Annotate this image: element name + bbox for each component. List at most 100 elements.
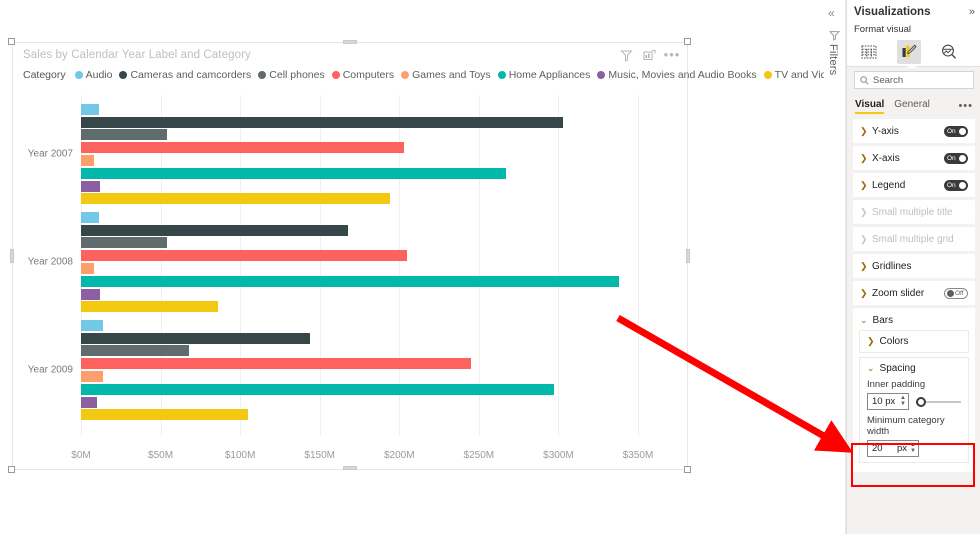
chart-bar[interactable] <box>81 211 99 223</box>
legend-item[interactable]: Audio <box>74 69 112 81</box>
filters-pane-label: Filters <box>827 44 839 76</box>
clustered-bar-chart-visual[interactable]: Sales by Calendar Year Label and Categor… <box>12 42 838 471</box>
chart-bar[interactable] <box>81 319 104 331</box>
minimum-category-width-stepper[interactable]: 20 px ▲ ▼ <box>867 440 919 457</box>
legend-item[interactable]: Cameras and camcorders <box>119 69 251 81</box>
chart-bar[interactable] <box>81 358 471 370</box>
chart-bar[interactable] <box>81 103 99 115</box>
chart-bar[interactable] <box>81 332 311 344</box>
legend-color-swatch <box>331 71 340 79</box>
toggle-knob <box>947 289 954 297</box>
bars-group-header[interactable]: ⌄ Bars <box>853 312 975 330</box>
legend-item-label: Music, Movies and Audio Books <box>608 69 757 81</box>
format-search-input[interactable]: Search <box>854 71 974 89</box>
chart-bar[interactable] <box>81 167 506 179</box>
format-tabs: Visual General ••• <box>847 95 980 117</box>
selected-tab-caret <box>907 63 917 68</box>
resize-handle-left[interactable] <box>10 249 14 263</box>
filters-pane-collapsed[interactable]: « Filters <box>824 0 846 534</box>
chart-bar[interactable] <box>81 345 190 357</box>
format-card-gridlines[interactable]: ❯ Gridlines <box>853 254 975 278</box>
analytics-icon[interactable] <box>937 40 961 64</box>
chevron-right-icon: ❯ <box>860 179 868 190</box>
legend-item-label: Home Appliances <box>508 69 591 81</box>
format-card-label: Y-axis <box>872 125 899 137</box>
report-canvas: Sales by Calendar Year Label and Categor… <box>0 0 838 534</box>
chart-bar[interactable] <box>81 224 349 236</box>
chart-bar[interactable] <box>81 237 167 249</box>
format-visual-icon[interactable] <box>897 40 921 64</box>
toggle-zoom-slider[interactable]: Off <box>944 287 968 299</box>
chart-bar[interactable] <box>81 396 97 408</box>
stepper-arrows-icon[interactable]: ▲ ▼ <box>910 442 916 454</box>
format-card-legend[interactable]: ❯ Legend On <box>853 173 975 197</box>
chart-bar[interactable] <box>81 193 390 205</box>
inner-padding-stepper[interactable]: 10 px ▲ ▼ <box>867 393 909 410</box>
filter-icon[interactable] <box>619 48 633 62</box>
chart-bar[interactable] <box>81 301 218 313</box>
x-axis-tick-label: $50M <box>148 450 174 461</box>
chevron-right-icon: ❯ <box>860 260 868 271</box>
toggle-state-label: On <box>947 154 956 162</box>
chart-bar[interactable] <box>81 116 564 128</box>
focus-mode-icon[interactable] <box>642 48 656 62</box>
resize-handle-bottom-right[interactable] <box>684 466 691 473</box>
format-card-label: X-axis <box>872 152 900 164</box>
stepper-arrows-icon[interactable]: ▲ ▼ <box>900 395 906 407</box>
chart-bar[interactable] <box>81 250 408 262</box>
tabs-more-icon[interactable]: ••• <box>958 100 973 112</box>
y-axis-category-label: Year 2008 <box>27 256 73 268</box>
chart-plot-area: $0M $50M $100M $150M $200M $250M $300M $350M Yea… <box>13 95 689 471</box>
chart-bar[interactable] <box>81 142 405 154</box>
toggle-knob <box>959 154 966 162</box>
format-card-label: Gridlines <box>872 260 912 272</box>
toggle-y-axis[interactable]: On <box>944 125 968 137</box>
format-card-zoom-slider[interactable]: ❯ Zoom slider Off <box>853 281 975 305</box>
minimum-category-width-value: 20 <box>872 443 883 454</box>
colors-subcard-header[interactable]: ❯ Colors <box>867 336 961 347</box>
build-visual-icon[interactable] <box>857 40 881 64</box>
chart-bar[interactable] <box>81 180 101 192</box>
expand-filters-icon[interactable]: « <box>828 6 835 20</box>
chart-bar[interactable] <box>81 154 94 166</box>
format-card-label: Zoom slider <box>872 287 925 299</box>
toggle-x-axis[interactable]: On <box>944 152 968 164</box>
chart-bar[interactable] <box>81 370 104 382</box>
legend-item[interactable]: Computers <box>331 69 394 81</box>
resize-handle-right[interactable] <box>686 249 690 263</box>
colors-subcard[interactable]: ❯ Colors <box>859 330 969 353</box>
chart-bar[interactable] <box>81 383 554 395</box>
chart-bar[interactable] <box>81 275 619 287</box>
resize-handle-top-left[interactable] <box>8 38 15 45</box>
format-card-x-axis[interactable]: ❯ X-axis On <box>853 146 975 170</box>
format-card-bars: ⌄ Bars ❯ Colors ⌄ Spacing Inner padding 10 px ▲ ▼… <box>853 308 975 472</box>
inner-padding-slider[interactable] <box>916 395 961 409</box>
more-options-icon[interactable]: ••• <box>664 48 680 62</box>
collapse-pane-icon[interactable]: » <box>969 6 975 18</box>
chart-bar[interactable] <box>81 262 94 274</box>
format-card-y-axis[interactable]: ❯ Y-axis On <box>853 119 975 143</box>
slider-thumb[interactable] <box>916 396 927 407</box>
chart-bar[interactable] <box>81 129 167 141</box>
spacing-subcard-header[interactable]: ⌄ Spacing <box>867 363 961 374</box>
legend-item[interactable]: Cell phones <box>258 69 325 81</box>
legend-item[interactable]: Music, Movies and Audio Books <box>597 69 757 81</box>
legend-item[interactable]: Games and Toys <box>401 69 491 81</box>
resize-handle-top-right[interactable] <box>684 38 691 45</box>
format-card-label: Legend <box>872 179 906 191</box>
minimum-category-width-unit: px <box>897 443 908 454</box>
resize-handle-top[interactable] <box>343 40 357 44</box>
tab-general[interactable]: General <box>894 99 930 113</box>
legend-item[interactable]: Home Appliances <box>497 69 591 81</box>
tab-visual[interactable]: Visual <box>855 99 885 114</box>
inner-padding-label: Inner padding <box>867 379 926 390</box>
toggle-legend[interactable]: On <box>944 179 968 191</box>
spacing-label: Spacing <box>879 363 916 374</box>
minimum-category-width-control: 20 px ▲ ▼ <box>867 440 961 457</box>
chart-bar[interactable] <box>81 288 101 300</box>
inner-padding-value: 10 px <box>872 396 896 407</box>
chart-bar[interactable] <box>81 409 249 421</box>
spacing-subcard: ⌄ Spacing Inner padding 10 px ▲ ▼ Minimum cate… <box>859 357 969 463</box>
resize-handle-bottom-left[interactable] <box>8 466 15 473</box>
resize-handle-bottom[interactable] <box>343 466 357 470</box>
